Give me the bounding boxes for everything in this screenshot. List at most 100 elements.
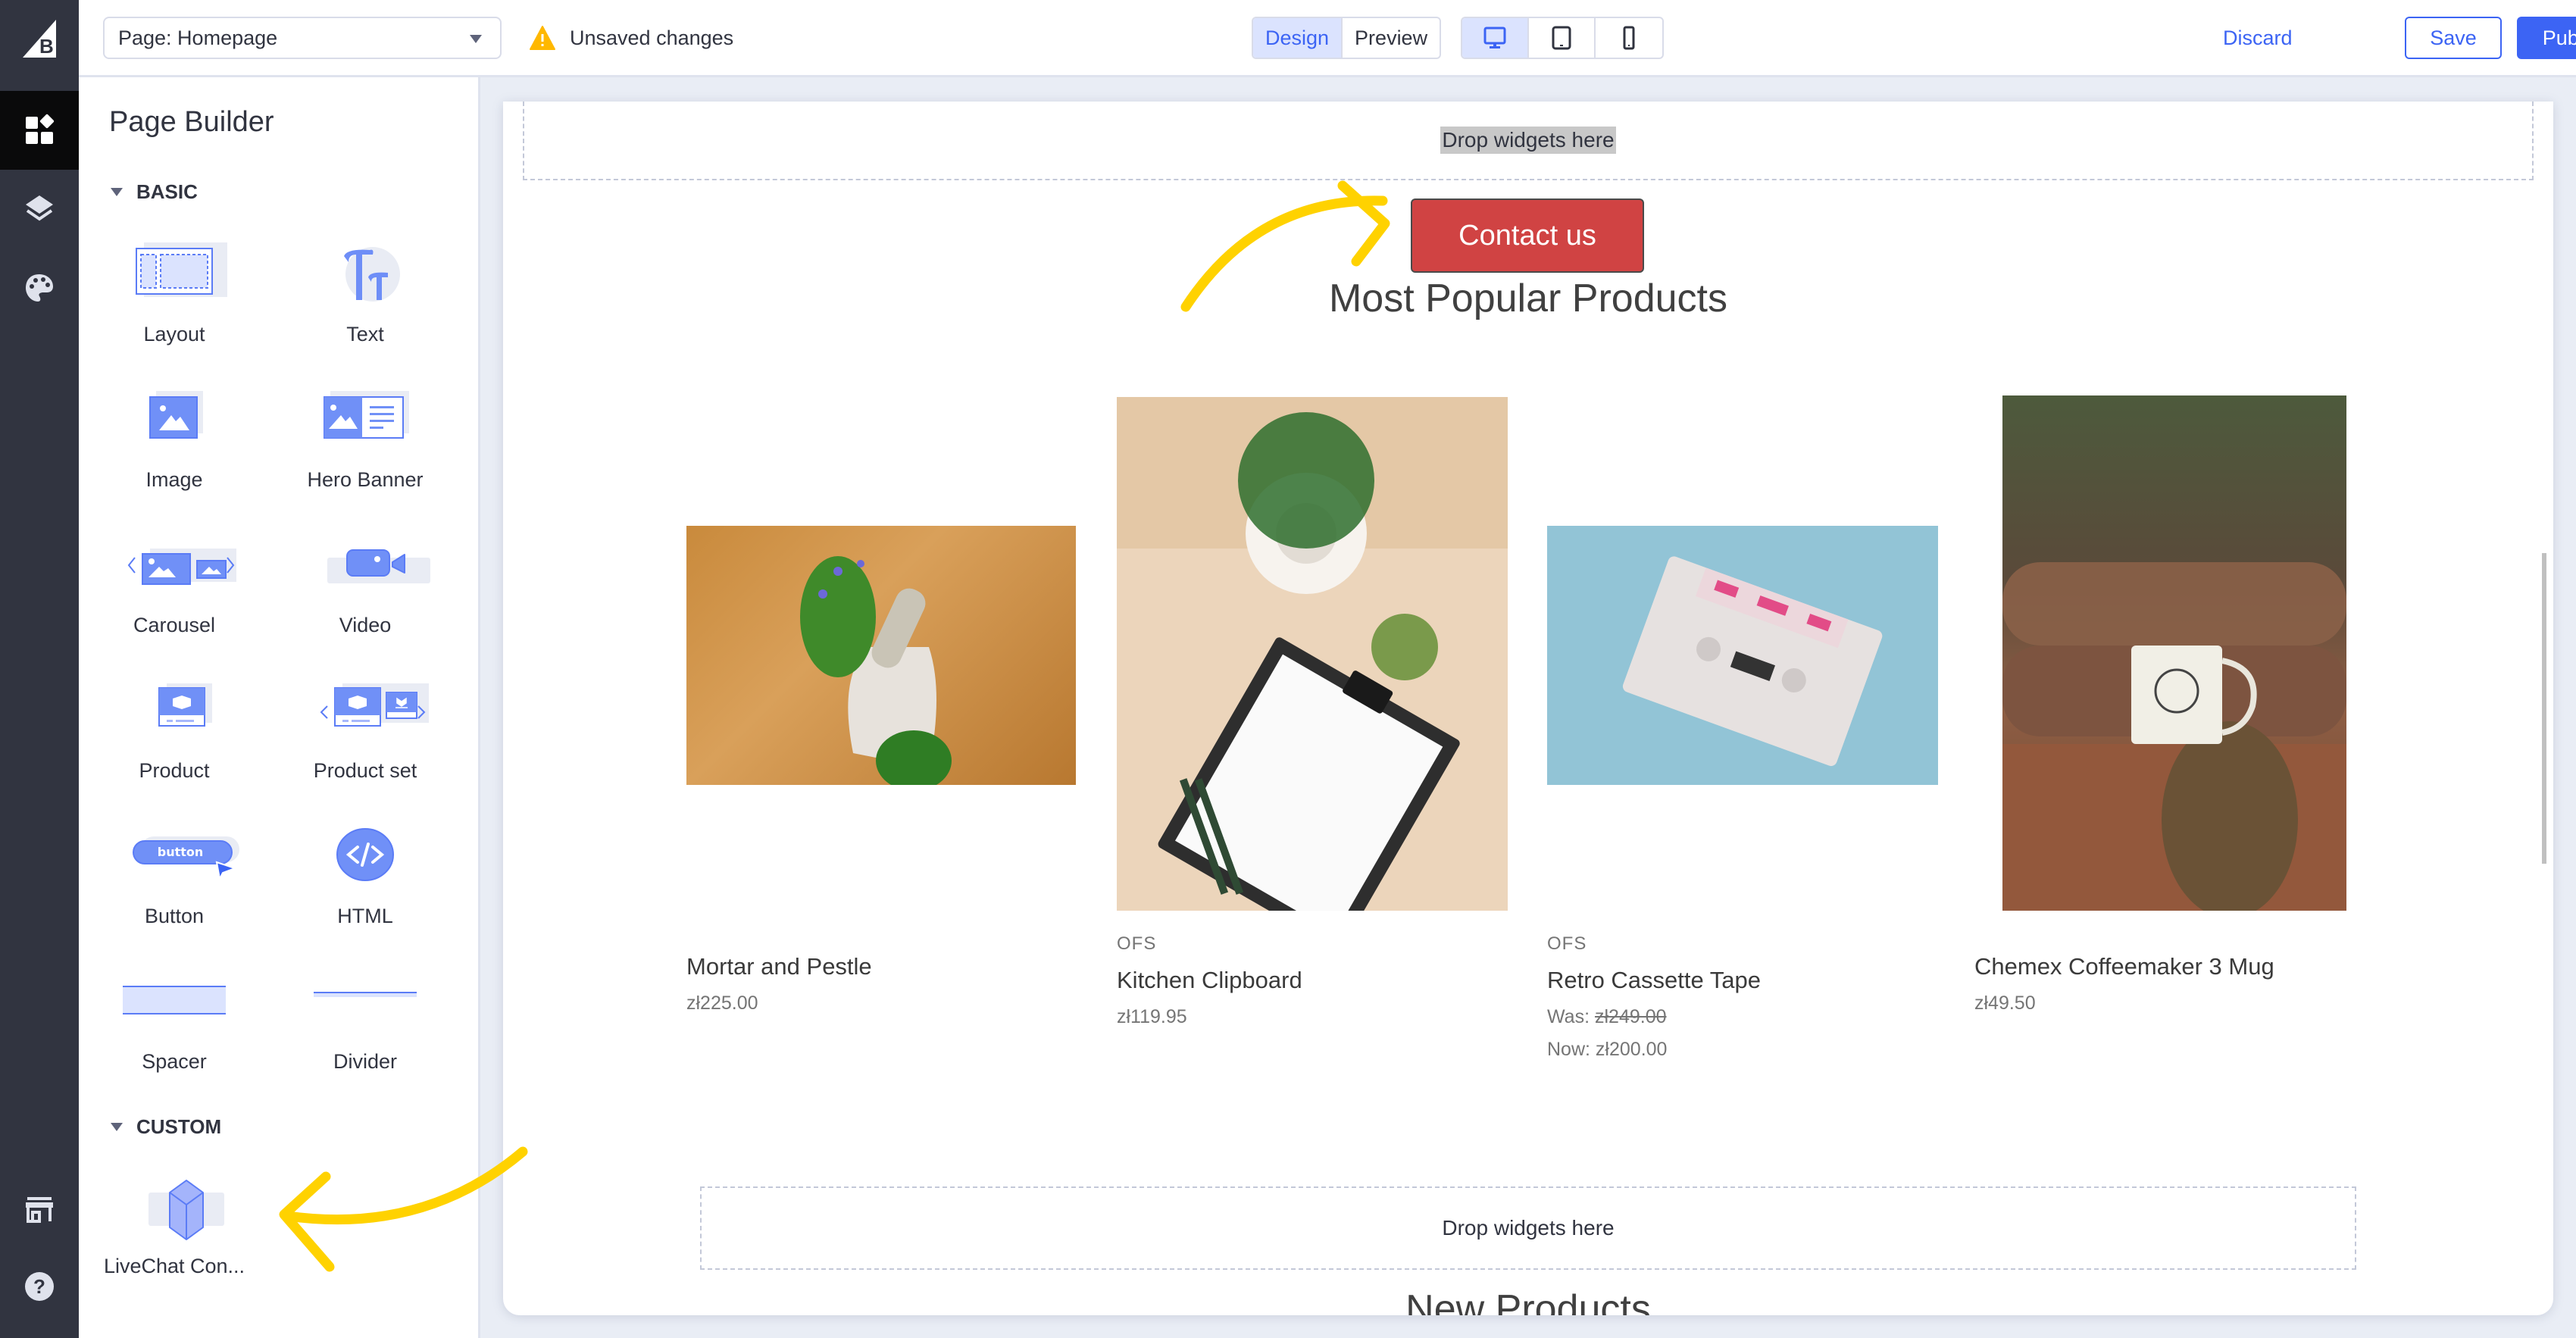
widget-label: Text [346,323,384,345]
widget-carousel[interactable]: Carousel [79,527,270,656]
widget-label: Product [139,759,210,782]
product-was-price: Was: zł249.00 [1547,1006,1941,1028]
widget-layout[interactable]: Layout [79,236,270,365]
page-select[interactable]: Page: Homepage [103,17,502,59]
design-mode-button[interactable]: Design [1253,18,1343,58]
svg-text:button: button [158,845,204,859]
section-basic-toggle[interactable]: BASIC [111,180,198,204]
page-builder-panel: Page Builder BASIC Layout Text Image Her… [79,77,480,1338]
product-name[interactable]: Retro Cassette Tape [1547,967,1941,994]
was-price-value: zł249.00 [1594,1006,1667,1027]
contact-us-button[interactable]: Contact us [1411,199,1644,273]
tablet-view-button[interactable] [1529,18,1596,58]
most-popular-products-heading: Most Popular Products [1328,277,1728,320]
widget-product-set[interactable]: Product set [270,673,461,802]
discard-button[interactable]: Discard [2223,21,2293,55]
widget-product[interactable]: Product [79,673,270,802]
product-card[interactable]: OFS Kitchen Clipboard zł119.95 [1117,397,1511,1027]
product-brand: OFS [1547,933,1587,954]
video-icon [327,549,430,583]
section-basic-label: BASIC [136,180,198,203]
unsaved-changes-label: Unsaved changes [570,26,734,49]
widget-label: Button [144,905,205,927]
mobile-icon [1623,26,1635,50]
warning-icon [530,26,555,50]
product-set-icon [320,683,429,727]
text-icon [344,247,400,302]
bigcommerce-logo-icon: B [23,20,56,58]
product-card[interactable]: Mortar and Pestle zł225.00 [686,397,1080,1014]
kitchen-clipboard-photo [1117,412,1508,911]
mobile-view-button[interactable] [1596,18,1662,58]
product-price: zł119.95 [1117,1006,1187,1027]
widget-label: Carousel [133,614,216,636]
mortar-pestle-photo [800,556,952,785]
page-canvas: Drop widgets here Contact us Most Popula… [503,102,2553,1315]
product-price: zł225.00 [686,993,758,1014]
widget-video[interactable]: Video [270,527,461,656]
widgets-icon [26,114,55,144]
layers-icon [26,195,53,221]
widget-livechat[interactable]: LiveChat Con... [79,1168,270,1297]
widget-spacer[interactable]: Spacer [79,964,270,1093]
store-icon [26,1197,53,1223]
hero-banner-icon [324,391,409,439]
panel-title: Page Builder [109,106,274,138]
publish-button[interactable]: Publish [2517,17,2576,59]
section-custom-toggle[interactable]: CUSTOM [111,1115,221,1139]
product-image-retro-cassette-tape[interactable] [1547,526,1938,785]
camp-mug-photo [2002,562,2346,911]
product-name[interactable]: Mortar and Pestle [686,953,1080,980]
product-price: zł49.50 [1974,993,2036,1014]
widget-label: Spacer [142,1050,207,1073]
bigcommerce-logo[interactable]: B [0,0,79,77]
product-card[interactable]: Chemex Coffeemaker 3 Mug zł49.50 [1974,395,2368,1014]
product-name[interactable]: Chemex Coffeemaker 3 Mug [1974,953,2368,980]
rail-item-storefront[interactable] [0,1170,79,1249]
widget-label: Divider [333,1050,398,1073]
drop-zone-bottom[interactable]: Drop widgets here [700,1186,2356,1270]
widget-button[interactable]: button Button [79,818,270,947]
divider-icon [314,992,417,997]
rail-item-theme-styles[interactable] [0,249,79,327]
product-icon [158,683,212,727]
rail-item-layers[interactable] [0,170,79,249]
left-rail: B ? [0,0,79,1338]
widget-label: Product set [313,759,417,782]
widget-label: LiveChat Con... [103,1255,245,1277]
spacer-icon [123,986,226,1014]
widget-label: Hero Banner [307,468,424,491]
canvas-scrollbar[interactable] [2542,553,2546,864]
rail-item-widgets[interactable] [0,91,79,170]
caret-down-icon [111,1123,123,1131]
widget-label: Layout [143,323,205,345]
product-brand: OFS [1117,933,1157,954]
device-toggle [1461,17,1664,59]
widget-divider[interactable]: Divider [270,964,461,1093]
preview-mode-button[interactable]: Preview [1343,18,1440,58]
product-image-mortar-and-pestle[interactable] [686,526,1076,785]
desktop-view-button[interactable] [1462,18,1529,58]
product-now-price: Now: zł200.00 [1547,1039,1941,1061]
product-card[interactable]: OFS Retro Cassette Tape Was: zł249.00 No… [1547,397,1941,1060]
widget-label: Video [339,614,392,636]
page-select-value: Page: Homepage [118,26,278,49]
widget-hero-banner[interactable]: Hero Banner [270,382,461,511]
palette-icon [26,274,53,302]
save-button[interactable]: Save [2405,17,2502,59]
widget-text[interactable]: Text [270,236,461,365]
image-icon [149,391,203,439]
widget-html[interactable]: HTML [270,818,461,947]
product-image-chemex-coffeemaker[interactable] [2002,395,2346,911]
layout-icon [136,242,227,297]
drop-zone-top[interactable]: Drop widgets here [523,102,2534,180]
svg-text:?: ? [33,1275,45,1298]
html-icon [336,828,394,881]
widget-label: HTML [337,905,393,927]
widget-image[interactable]: Image [79,382,270,511]
now-label: Now: [1547,1039,1590,1060]
rail-item-help[interactable]: ? [0,1247,79,1326]
mode-toggle: Design Preview [1252,17,1442,59]
product-image-kitchen-clipboard[interactable] [1117,397,1508,911]
product-name[interactable]: Kitchen Clipboard [1117,967,1511,994]
